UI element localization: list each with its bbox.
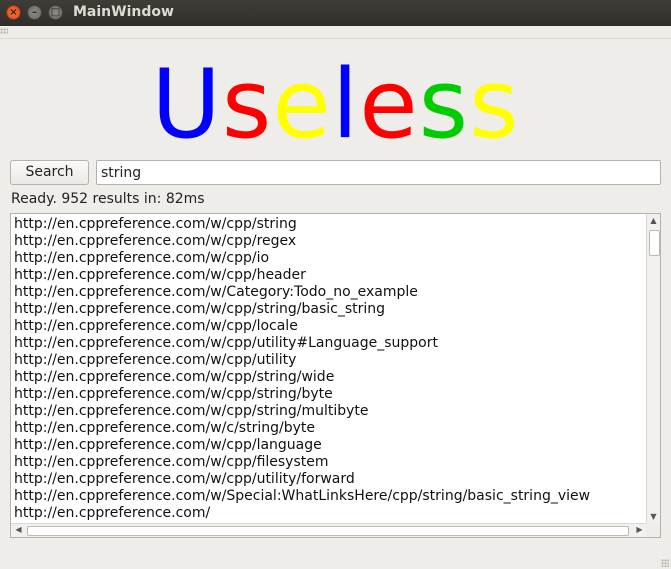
title-bar[interactable]: × – □ MainWindow <box>0 0 671 26</box>
app-logo: Useless <box>0 50 671 160</box>
scroll-down-icon[interactable]: ▼ <box>647 511 660 523</box>
minimize-icon[interactable]: – <box>27 5 42 20</box>
search-input[interactable] <box>96 160 661 185</box>
list-item[interactable]: http://en.cppreference.com/w/cpp/header <box>11 267 647 284</box>
toolbar-grip-icon[interactable] <box>0 28 8 34</box>
list-item[interactable]: http://en.cppreference.com/w/cpp/string/… <box>11 386 647 403</box>
logo-letter: s <box>221 50 273 160</box>
list-item[interactable]: http://en.cppreference.com/w/cpp/locale <box>11 318 647 335</box>
list-item[interactable]: http://en.cppreference.com/w/cpp/languag… <box>11 437 647 454</box>
window-title: MainWindow <box>73 4 174 20</box>
list-item[interactable]: http://en.cppreference.com/w/cpp/string/… <box>11 301 647 318</box>
list-item[interactable]: http://en.cppreference.com/w/cpp/filesys… <box>11 454 647 471</box>
list-item[interactable]: http://en.cppreference.com/ <box>11 505 647 522</box>
search-button[interactable]: Search <box>10 160 89 185</box>
logo-letter: l <box>331 50 360 160</box>
list-item[interactable]: http://en.cppreference.com/w/Category:To… <box>11 284 647 301</box>
logo-letter: e <box>359 50 419 160</box>
list-item[interactable]: http://en.cppreference.com/w/cpp/string/… <box>11 403 647 420</box>
results-list-viewport[interactable]: http://en.cppreference.com/w/cpp/string h… <box>11 214 647 524</box>
list-item[interactable]: http://en.cppreference.com/w/c/string/by… <box>11 420 647 437</box>
logo-letter: s <box>469 50 520 160</box>
results-list[interactable]: http://en.cppreference.com/w/cpp/string h… <box>10 213 661 538</box>
list-item[interactable]: http://en.cppreference.com/w/cpp/io <box>11 250 647 267</box>
logo-letter: e <box>272 50 332 160</box>
logo-letter: s <box>418 50 470 160</box>
horizontal-scrollbar[interactable]: ◀ ▶ <box>11 523 647 537</box>
vertical-scroll-thumb[interactable] <box>649 230 660 256</box>
vertical-scrollbar[interactable]: ▲ ▼ <box>646 214 660 524</box>
scroll-left-icon[interactable]: ◀ <box>12 524 25 536</box>
scroll-up-icon[interactable]: ▲ <box>647 215 660 227</box>
list-item[interactable]: http://en.cppreference.com/w/cpp/regex <box>11 233 647 250</box>
logo-letter: U <box>151 50 222 160</box>
list-item[interactable]: http://en.cppreference.com/w/Special:Wha… <box>11 488 647 505</box>
maximize-icon[interactable]: □ <box>48 5 63 20</box>
status-text: Ready. 952 results in: 82ms <box>11 191 205 207</box>
resize-grip-icon[interactable] <box>661 559 669 567</box>
list-item[interactable]: http://en.cppreference.com/w/cpp/utility… <box>11 335 647 352</box>
list-item[interactable]: http://en.cppreference.com/w/cpp/string <box>11 216 647 233</box>
close-icon[interactable]: × <box>6 5 21 20</box>
toolbar-divider <box>0 38 671 39</box>
list-item[interactable]: http://en.cppreference.com/w/cpp/utility <box>11 352 647 369</box>
scroll-right-icon[interactable]: ▶ <box>633 524 646 536</box>
horizontal-scroll-thumb[interactable] <box>27 526 629 536</box>
scroll-corner <box>646 523 660 537</box>
list-item[interactable]: http://en.cppreference.com/w/cpp/utility… <box>11 471 647 488</box>
list-item[interactable]: http://en.cppreference.com/w/cpp/string/… <box>11 369 647 386</box>
